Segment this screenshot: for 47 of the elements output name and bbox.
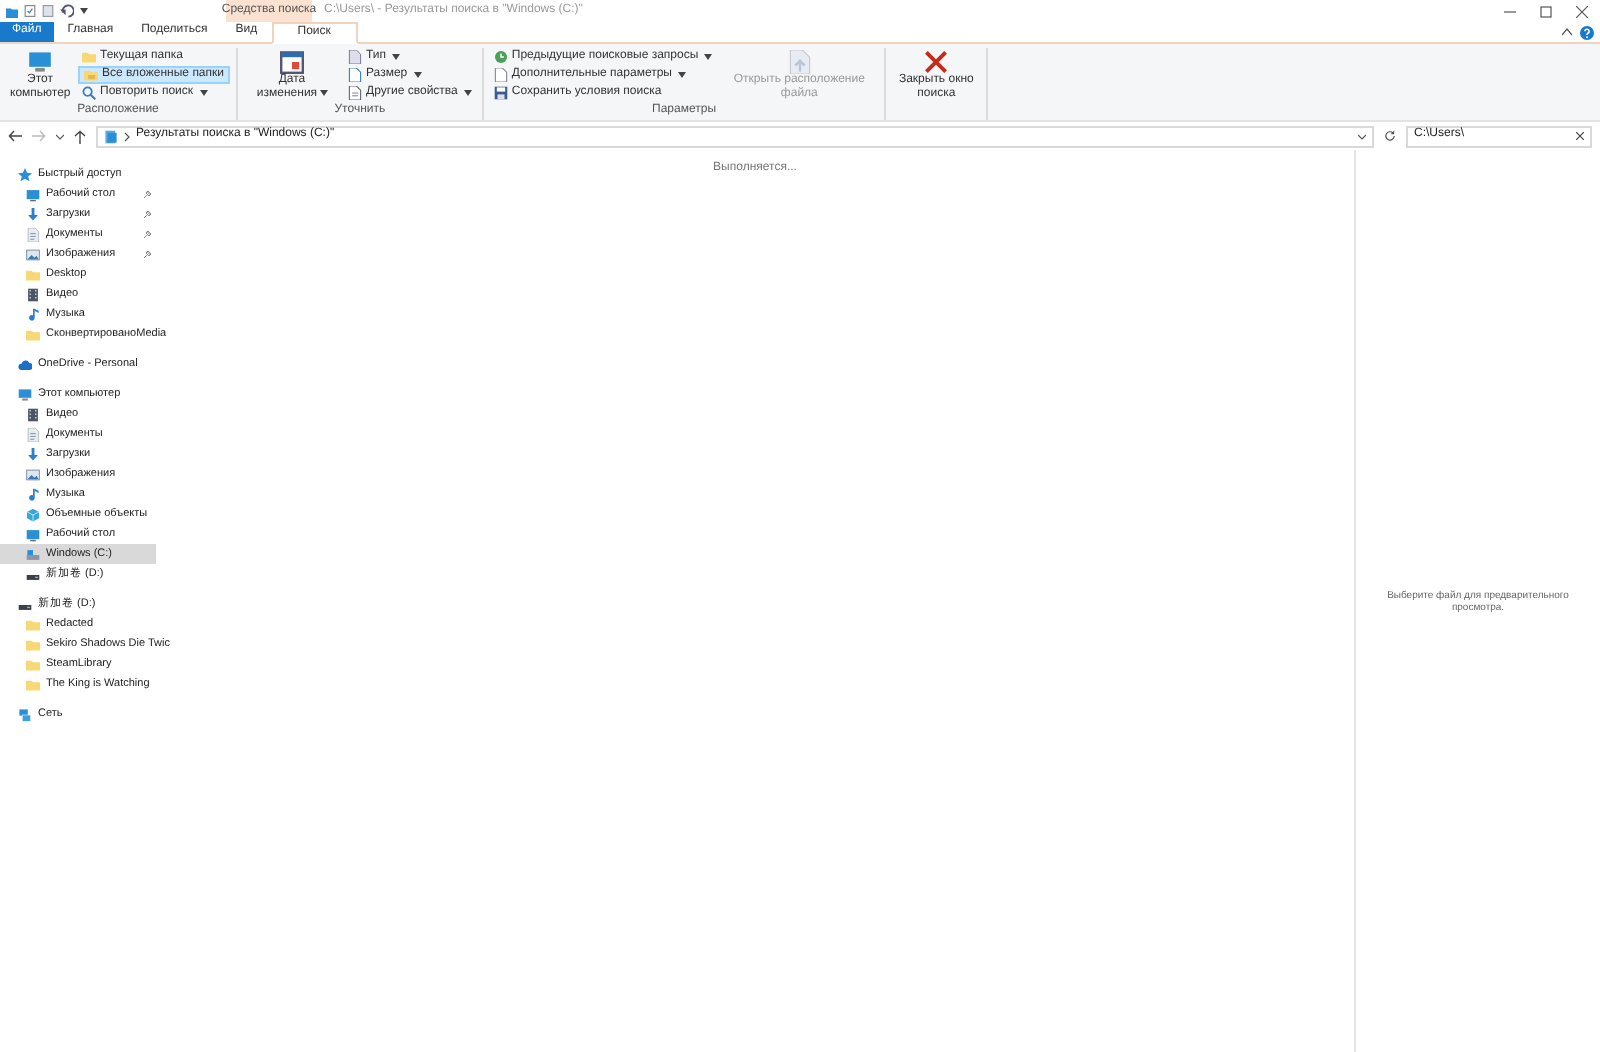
- save-icon: [493, 86, 508, 100]
- network-icon: [18, 707, 32, 721]
- music-note-icon: [26, 307, 40, 321]
- document-icon: [787, 50, 812, 74]
- cube-icon: [26, 507, 40, 521]
- document-icon: [348, 86, 362, 100]
- minimize-icon[interactable]: [1504, 5, 1516, 17]
- image-icon: [26, 467, 40, 481]
- close-icon: [924, 50, 949, 74]
- properties-icon[interactable]: [24, 4, 36, 18]
- drive-icon: [26, 547, 40, 561]
- image-icon: [26, 247, 40, 261]
- download-icon: [26, 447, 40, 461]
- desktop-icon: [26, 527, 40, 541]
- folder-icon: [84, 68, 98, 82]
- collapse-ribbon-icon[interactable]: [1562, 28, 1572, 36]
- music-note-icon: [26, 487, 40, 501]
- clear-icon[interactable]: [1576, 132, 1584, 140]
- help-icon[interactable]: [1580, 25, 1594, 39]
- caret-icon[interactable]: [1358, 133, 1366, 139]
- desktop-icon: [26, 187, 40, 201]
- caret-icon[interactable]: [56, 133, 64, 139]
- up-icon[interactable]: [74, 129, 86, 143]
- calendar-icon: [280, 50, 304, 74]
- chevron-icon[interactable]: [124, 131, 130, 141]
- computer-icon: [28, 50, 52, 74]
- document-icon: [26, 227, 40, 241]
- folder-icon: [26, 267, 40, 281]
- search-icon: [82, 86, 96, 100]
- document-icon: [26, 427, 40, 441]
- film-icon: [26, 407, 40, 421]
- document-icon: [493, 68, 508, 82]
- close-icon[interactable]: [1576, 5, 1588, 17]
- star-icon: [18, 167, 32, 181]
- app-icon: [6, 5, 18, 17]
- maximize-icon[interactable]: [1540, 5, 1552, 17]
- refresh-icon[interactable]: [1384, 130, 1396, 142]
- back-icon[interactable]: [8, 130, 22, 142]
- folder-icon: [26, 327, 40, 341]
- computer-icon: [18, 387, 32, 401]
- film-icon: [26, 287, 40, 301]
- new-folder-icon[interactable]: [42, 4, 54, 18]
- caret-icon[interactable]: [80, 8, 88, 14]
- undo-icon[interactable]: [60, 4, 74, 18]
- cloud-icon: [18, 357, 32, 371]
- history-icon: [493, 50, 508, 64]
- download-icon: [26, 207, 40, 221]
